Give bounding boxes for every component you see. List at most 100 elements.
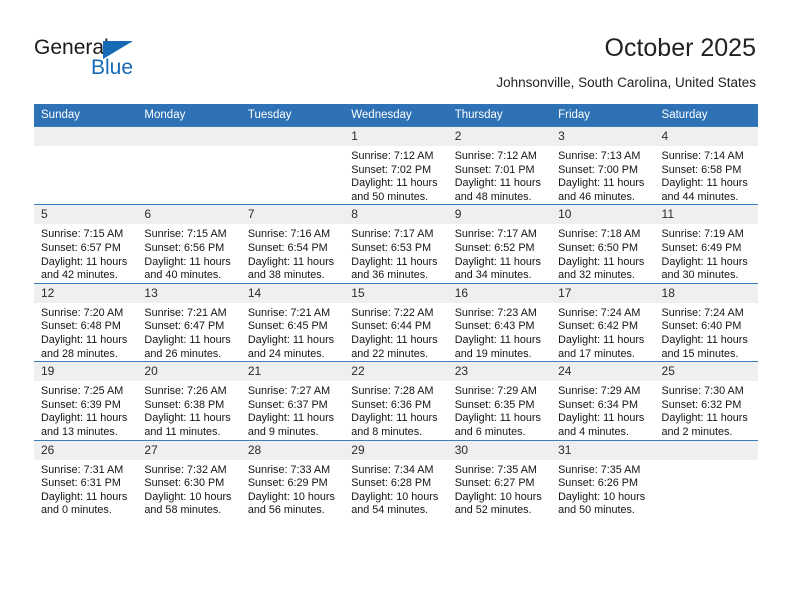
calendar-day-cell[interactable]: 12 Sunrise: 7:20 AM Sunset: 6:48 PM Dayligh… xyxy=(34,282,138,362)
day-number xyxy=(654,440,758,460)
calendar-day-cell[interactable]: 18 Sunrise: 7:24 AM Sunset: 6:40 PM Dayligh… xyxy=(654,282,758,362)
sunrise-time: Sunrise: 7:30 AM xyxy=(661,385,744,398)
calendar-cell-empty xyxy=(654,439,758,518)
calendar-day-cell[interactable]: 24 Sunrise: 7:29 AM Sunset: 6:34 PM Dayligh… xyxy=(551,361,655,440)
calendar-week-row: 5 Sunrise: 7:15 AM Sunset: 6:57 PM Daylight… xyxy=(34,204,758,284)
calendar-day-cell[interactable]: 13 Sunrise: 7:21 AM Sunset: 6:47 PM Dayligh… xyxy=(137,282,241,362)
day-number: 24 xyxy=(551,362,655,382)
sunset-time: Sunset: 6:49 PM xyxy=(661,241,742,254)
calendar-day-cell[interactable]: 22 Sunrise: 7:28 AM Sunset: 6:36 PM Dayligh… xyxy=(344,361,448,440)
daylight-duration-line1: Daylight: 11 hours xyxy=(558,177,645,190)
daylight-duration-line1: Daylight: 11 hours xyxy=(558,412,645,425)
sunrise-time: Sunrise: 7:15 AM xyxy=(144,228,227,241)
sunset-time: Sunset: 6:45 PM xyxy=(247,320,328,333)
sunrise-time: Sunrise: 7:33 AM xyxy=(247,463,331,476)
day-number: 9 xyxy=(447,205,552,225)
day-details: Sunrise: 7:15 AM Sunset: 6:56 PM Daylight:… xyxy=(137,224,240,282)
calendar-day-cell[interactable]: 9 Sunrise: 7:17 AM Sunset: 6:52 PM Daylight… xyxy=(447,204,552,284)
day-number: 17 xyxy=(551,283,655,303)
daylight-duration-line1: Daylight: 11 hours xyxy=(661,412,748,425)
calendar-day-cell[interactable]: 11 Sunrise: 7:19 AM Sunset: 6:49 PM Dayligh… xyxy=(654,204,758,284)
calendar-day-cell[interactable]: 14 Sunrise: 7:21 AM Sunset: 6:45 PM Dayligh… xyxy=(240,282,345,362)
calendar-day-cell[interactable]: 6 Sunrise: 7:15 AM Sunset: 6:56 PM Daylight… xyxy=(137,204,241,284)
daylight-duration-line2: and 22 minutes. xyxy=(351,347,429,360)
logo-word-blue: Blue xyxy=(91,56,134,79)
day-number: 3 xyxy=(551,127,655,146)
calendar-day-cell[interactable]: 27 Sunrise: 7:32 AM Sunset: 6:30 PM Dayligh… xyxy=(137,439,241,518)
sunrise-time: Sunrise: 7:17 AM xyxy=(351,228,434,241)
calendar-day-cell[interactable]: 10 Sunrise: 7:18 AM Sunset: 6:50 PM Dayligh… xyxy=(551,204,655,284)
day-details: Sunrise: 7:22 AM Sunset: 6:44 PM Daylight:… xyxy=(344,303,447,361)
calendar-day-cell[interactable]: 31 Sunrise: 7:35 AM Sunset: 6:26 PM Dayligh… xyxy=(551,439,655,518)
calendar-day-cell[interactable]: 15 Sunrise: 7:22 AM Sunset: 6:44 PM Dayligh… xyxy=(344,282,448,362)
daylight-duration-line2: and 19 minutes. xyxy=(454,347,532,360)
sunrise-time: Sunrise: 7:31 AM xyxy=(41,463,124,476)
calendar-day-cell[interactable]: 21 Sunrise: 7:27 AM Sunset: 6:37 PM Dayligh… xyxy=(240,361,345,440)
sunset-time: Sunset: 6:44 PM xyxy=(351,320,432,333)
day-number: 18 xyxy=(654,283,758,303)
day-number: 12 xyxy=(34,283,138,303)
calendar-cell-empty xyxy=(240,125,345,205)
daylight-duration-line2: and 0 minutes. xyxy=(41,504,112,517)
daylight-duration-line1: Daylight: 11 hours xyxy=(454,177,541,190)
day-details: Sunrise: 7:32 AM Sunset: 6:30 PM Daylight:… xyxy=(137,460,240,518)
sunrise-time: Sunrise: 7:20 AM xyxy=(41,306,124,319)
day-number: 28 xyxy=(240,440,345,460)
general-blue-logo[interactable]: General Blue xyxy=(34,36,234,88)
day-number: 5 xyxy=(34,205,138,225)
calendar-day-cell[interactable]: 25 Sunrise: 7:30 AM Sunset: 6:32 PM Dayligh… xyxy=(654,361,758,440)
calendar-day-cell[interactable]: 17 Sunrise: 7:24 AM Sunset: 6:42 PM Dayligh… xyxy=(551,282,655,362)
weekday-header-thursday: Thursday xyxy=(447,104,552,127)
daylight-duration-line1: Daylight: 10 hours xyxy=(351,490,439,503)
calendar-day-cell[interactable]: 7 Sunrise: 7:16 AM Sunset: 6:54 PM Daylight… xyxy=(240,204,345,284)
sunrise-time: Sunrise: 7:15 AM xyxy=(41,228,124,241)
calendar-day-cell[interactable]: 26 Sunrise: 7:31 AM Sunset: 6:31 PM Dayligh… xyxy=(34,439,138,518)
daylight-duration-line1: Daylight: 11 hours xyxy=(144,412,231,425)
calendar-day-cell[interactable]: 5 Sunrise: 7:15 AM Sunset: 6:57 PM Daylight… xyxy=(34,204,138,284)
calendar-day-cell[interactable]: 2 Sunrise: 7:12 AM Sunset: 7:01 PM Daylight… xyxy=(447,125,552,205)
sunrise-time: Sunrise: 7:24 AM xyxy=(661,306,744,319)
daylight-duration-line1: Daylight: 11 hours xyxy=(247,255,335,268)
calendar-day-cell[interactable]: 4 Sunrise: 7:14 AM Sunset: 6:58 PM Daylight… xyxy=(654,125,758,205)
day-details: Sunrise: 7:30 AM Sunset: 6:32 PM Daylight:… xyxy=(655,381,758,439)
calendar-day-cell[interactable]: 16 Sunrise: 7:23 AM Sunset: 6:43 PM Dayligh… xyxy=(447,282,552,362)
sunset-time: Sunset: 6:53 PM xyxy=(351,241,432,254)
daylight-duration-line2: and 36 minutes. xyxy=(351,269,429,282)
daylight-duration-line1: Daylight: 11 hours xyxy=(41,333,128,346)
weekday-header-wednesday: Wednesday xyxy=(344,104,448,127)
calendar-weekday-header-row: Sunday Monday Tuesday Wednesday Thursday… xyxy=(34,104,758,127)
day-number: 10 xyxy=(551,205,655,225)
calendar-day-cell[interactable]: 28 Sunrise: 7:33 AM Sunset: 6:29 PM Dayligh… xyxy=(240,439,345,518)
daylight-duration-line1: Daylight: 11 hours xyxy=(351,177,438,190)
sunrise-time: Sunrise: 7:16 AM xyxy=(247,228,331,241)
day-details: Sunrise: 7:31 AM Sunset: 6:31 PM Daylight:… xyxy=(34,460,137,518)
day-details: Sunrise: 7:18 AM Sunset: 6:50 PM Daylight:… xyxy=(551,224,654,282)
page-title: October 2025 xyxy=(604,34,757,62)
daylight-duration-line2: and 38 minutes. xyxy=(247,269,325,282)
calendar-cell-empty xyxy=(137,125,241,205)
sunset-time: Sunset: 6:27 PM xyxy=(454,477,535,490)
calendar-day-cell[interactable]: 30 Sunrise: 7:35 AM Sunset: 6:27 PM Dayligh… xyxy=(447,439,552,518)
daylight-duration-line1: Daylight: 11 hours xyxy=(144,255,231,268)
day-details: Sunrise: 7:27 AM Sunset: 6:37 PM Daylight:… xyxy=(241,381,344,439)
day-number: 1 xyxy=(344,127,448,146)
day-details: Sunrise: 7:28 AM Sunset: 6:36 PM Daylight:… xyxy=(344,381,447,439)
sunset-time: Sunset: 6:26 PM xyxy=(558,477,638,490)
day-details: Sunrise: 7:23 AM Sunset: 6:43 PM Daylight:… xyxy=(448,303,551,361)
calendar-cell-empty xyxy=(34,125,138,205)
day-number: 11 xyxy=(654,205,758,225)
day-details: Sunrise: 7:21 AM Sunset: 6:47 PM Daylight:… xyxy=(137,303,240,361)
calendar-day-cell[interactable]: 20 Sunrise: 7:26 AM Sunset: 6:38 PM Dayligh… xyxy=(137,361,241,440)
calendar-day-cell[interactable]: 3 Sunrise: 7:13 AM Sunset: 7:00 PM Daylight… xyxy=(551,125,655,205)
calendar-day-cell[interactable]: 19 Sunrise: 7:25 AM Sunset: 6:39 PM Dayligh… xyxy=(34,361,138,440)
daylight-duration-line1: Daylight: 11 hours xyxy=(558,333,645,346)
day-details: Sunrise: 7:24 AM Sunset: 6:42 PM Daylight:… xyxy=(551,303,654,361)
page-header: General Blue October 2025 Johnsonville, … xyxy=(0,0,792,104)
weekday-header-tuesday: Tuesday xyxy=(240,104,345,127)
sunrise-time: Sunrise: 7:35 AM xyxy=(454,463,537,476)
calendar-day-cell[interactable]: 8 Sunrise: 7:17 AM Sunset: 6:53 PM Daylight… xyxy=(344,204,448,284)
sunrise-time: Sunrise: 7:25 AM xyxy=(41,385,124,398)
calendar-day-cell[interactable]: 1 Sunrise: 7:12 AM Sunset: 7:02 PM Daylight… xyxy=(344,125,448,205)
calendar-day-cell[interactable]: 23 Sunrise: 7:29 AM Sunset: 6:35 PM Dayligh… xyxy=(447,361,552,440)
calendar-day-cell[interactable]: 29 Sunrise: 7:34 AM Sunset: 6:28 PM Dayligh… xyxy=(344,439,448,518)
